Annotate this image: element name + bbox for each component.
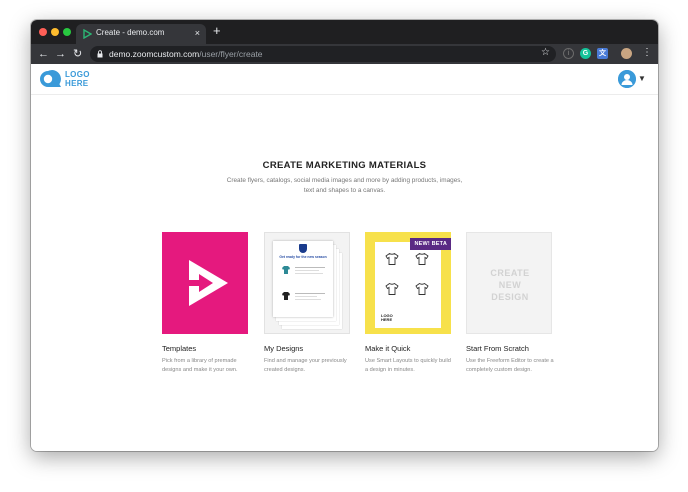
card-title: Make it Quick [365,344,411,353]
preview-line [295,273,323,274]
shirt-icon [415,252,429,265]
close-window-dot[interactable] [39,28,47,36]
app-header: LOGO HERE ▼ [31,64,658,95]
reload-icon[interactable]: ↻ [73,47,82,61]
url-path: /user/flyer/create [199,49,263,59]
logo-text[interactable]: LOGO HERE [65,70,90,88]
preview-line [295,299,321,300]
card-description: Use Smart Layouts to quickly build a des… [365,358,451,373]
extension-info-icon[interactable]: i [563,48,574,59]
scratch-line-1: CREATE [490,268,530,278]
scratch-line-3: DESIGN [491,292,529,302]
menu-kebab-icon[interactable]: ⋮ [642,46,652,60]
my-designs-thumbnail[interactable]: Get ready for the new season [264,232,350,334]
logo-line-2: HERE [65,79,89,88]
page-subtitle: Create flyers, catalogs, social media im… [226,177,463,194]
card-start-from-scratch[interactable]: CREATE NEW DESIGN Start From Scratch Use… [466,232,554,375]
tab-strip: Create - demo.com × + [31,20,658,44]
favicon-play-icon [83,29,92,39]
smart-layout-page: LOGO HERE [375,242,441,328]
main-content: CREATE MARKETING MATERIALS Create flyers… [31,95,658,451]
preview-line [295,293,325,294]
flyer-preview-page: Get ready for the new season [273,241,333,317]
card-description: Pick from a library of premade designs a… [162,358,238,373]
preview-line [295,270,319,271]
make-it-quick-thumbnail[interactable]: LOGO HERE NEW! BETA [365,232,451,334]
browser-toolbar: ← → ↻ demo.zoomcustom.com/user/flyer/cre… [31,44,658,64]
forward-arrow-icon[interactable]: → [55,47,66,61]
url-text: demo.zoomcustom.com/user/flyer/create [109,49,263,59]
card-title: Templates [162,344,197,353]
shirt-icon [385,252,399,265]
preview-line [295,267,325,268]
templates-thumbnail[interactable] [162,232,248,334]
back-arrow-icon[interactable]: ← [38,47,49,61]
user-avatar-icon[interactable] [618,70,636,88]
url-host: demo.zoomcustom.com [109,49,200,59]
profile-avatar-icon[interactable] [621,48,632,59]
card-description: Find and manage your previously created … [264,358,347,373]
lock-icon [97,50,103,58]
templates-play-icon [189,260,228,306]
scratch-line-2: NEW [498,280,522,290]
grammarly-extension-icon[interactable]: G [580,48,591,59]
preview-line [295,296,317,297]
address-bar[interactable]: demo.zoomcustom.com/user/flyer/create ☆ [90,46,556,62]
browser-window: Create - demo.com × + ← → ↻ demo.zoomcus… [31,20,658,451]
card-title: Start From Scratch [466,344,529,353]
shirt-icon [282,292,290,300]
page-title: CREATE MARKETING MATERIALS [262,160,427,171]
shirt-icon [385,282,399,295]
chevron-down-icon[interactable]: ▼ [638,74,646,83]
mini-logo-text: LOGO HERE [381,313,393,322]
minimize-window-dot[interactable] [51,28,59,36]
create-new-design-text: CREATE NEW DESIGN [467,267,551,303]
card-templates[interactable]: Templates Pick from a library of premade… [162,232,248,375]
tab-title: Create - demo.com [96,28,165,37]
new-tab-button[interactable]: + [213,23,221,39]
shield-logo-icon [299,244,307,253]
browser-tab[interactable]: Create - demo.com × [76,24,206,44]
shirt-icon [282,266,290,274]
shirt-icon [415,282,429,295]
bookmark-star-icon[interactable]: ☆ [541,47,550,58]
new-beta-badge: NEW! BETA [410,238,451,250]
card-description: Use the Freeform Editor to create a comp… [466,358,554,373]
logo-line-1: LOGO [65,70,90,79]
card-title: My Designs [264,344,304,353]
logo-mark-icon[interactable] [38,69,62,89]
card-make-it-quick[interactable]: LOGO HERE NEW! BETA Make it Quick Use Sma… [365,232,451,375]
tab-close-icon[interactable]: × [195,27,200,39]
start-from-scratch-thumbnail[interactable]: CREATE NEW DESIGN [466,232,552,334]
translate-extension-icon[interactable]: 文 [597,48,608,59]
card-my-designs[interactable]: Get ready for the new season My Designs [264,232,350,375]
flyer-headline: Get ready for the new season [279,255,327,259]
zoom-window-dot[interactable] [63,28,71,36]
